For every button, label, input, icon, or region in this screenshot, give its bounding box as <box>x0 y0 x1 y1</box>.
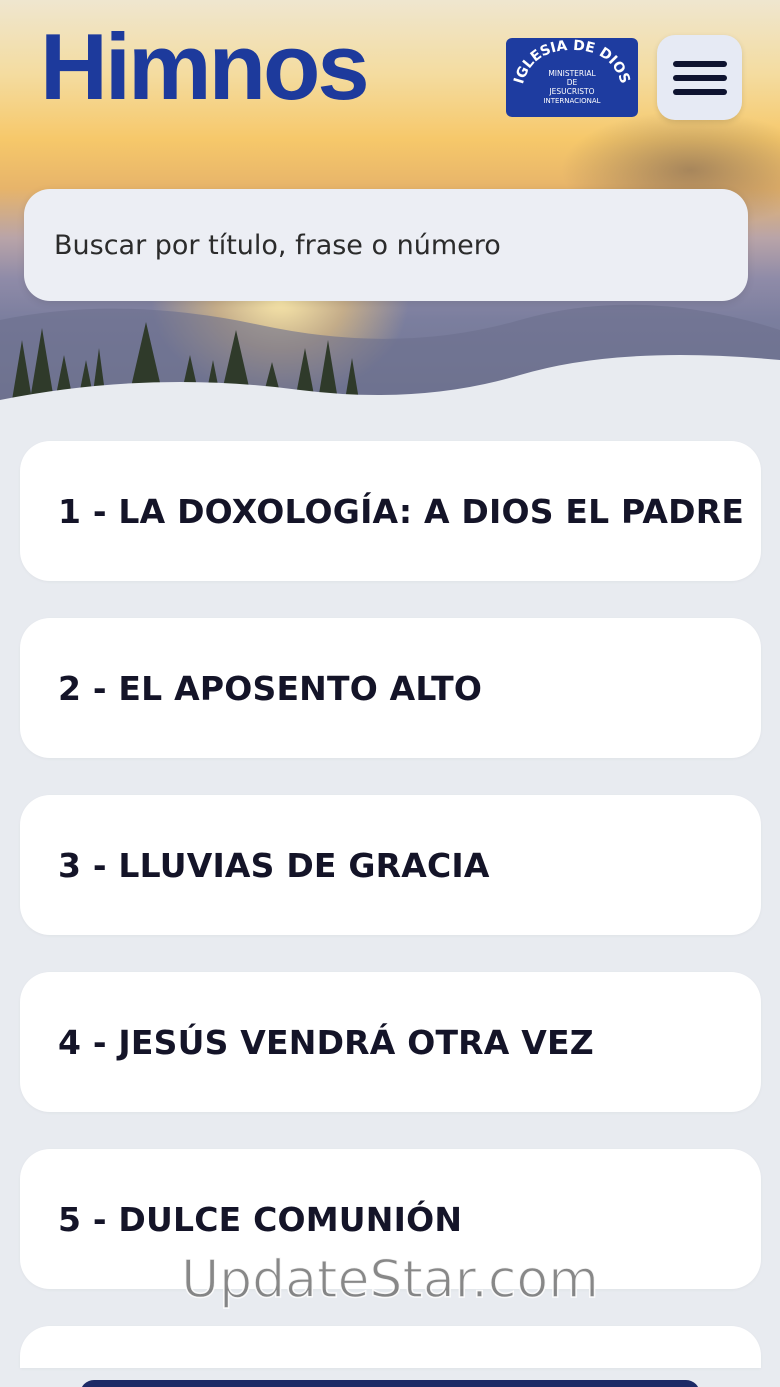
app-title: Himnos <box>40 14 370 119</box>
logo-line-4: INTERNACIONAL <box>543 97 600 105</box>
hamburger-menu-icon-line <box>672 74 727 81</box>
hamburger-menu-icon-line <box>672 88 727 95</box>
search-input[interactable] <box>54 229 748 261</box>
logo-line-1: MINISTERIAL <box>548 69 596 78</box>
hamburger-menu-icon-line <box>672 60 727 67</box>
list-item[interactable]: 3 - LLUVIAS DE GRACIA <box>20 795 761 935</box>
church-logo: IGLESIA DE DIOS MINISTERIAL DE JESUCRIST… <box>506 38 638 117</box>
church-logo-icon: IGLESIA DE DIOS MINISTERIAL DE JESUCRIST… <box>511 38 633 105</box>
bottom-bar <box>80 1380 700 1387</box>
forest-illustration <box>0 304 780 410</box>
list-item[interactable]: 4 - JESÚS VENDRÁ OTRA VEZ <box>20 972 761 1112</box>
hymn-title: 3 - LLUVIAS DE GRACIA <box>58 845 490 885</box>
hymn-title: 5 - DULCE COMUNIÓN <box>58 1199 463 1239</box>
hymn-title: 4 - JESÚS VENDRÁ OTRA VEZ <box>58 1022 594 1062</box>
menu-button[interactable] <box>657 35 742 120</box>
logo-line-3: JESUCRISTO <box>548 87 594 96</box>
hymn-list: 1 - LA DOXOLOGÍA: A DIOS EL PADRE 2 - EL… <box>20 441 761 1368</box>
list-item[interactable] <box>20 1326 761 1368</box>
watermark: UpdateStar.com <box>180 1249 599 1311</box>
hymn-title: 1 - LA DOXOLOGÍA: A DIOS EL PADRE <box>58 491 745 531</box>
list-item[interactable]: 2 - EL APOSENTO ALTO <box>20 618 761 758</box>
logo-line-2: DE <box>567 78 578 87</box>
hymn-title: 2 - EL APOSENTO ALTO <box>58 668 483 708</box>
list-item[interactable]: 1 - LA DOXOLOGÍA: A DIOS EL PADRE <box>20 441 761 581</box>
search-bar[interactable] <box>24 189 748 301</box>
